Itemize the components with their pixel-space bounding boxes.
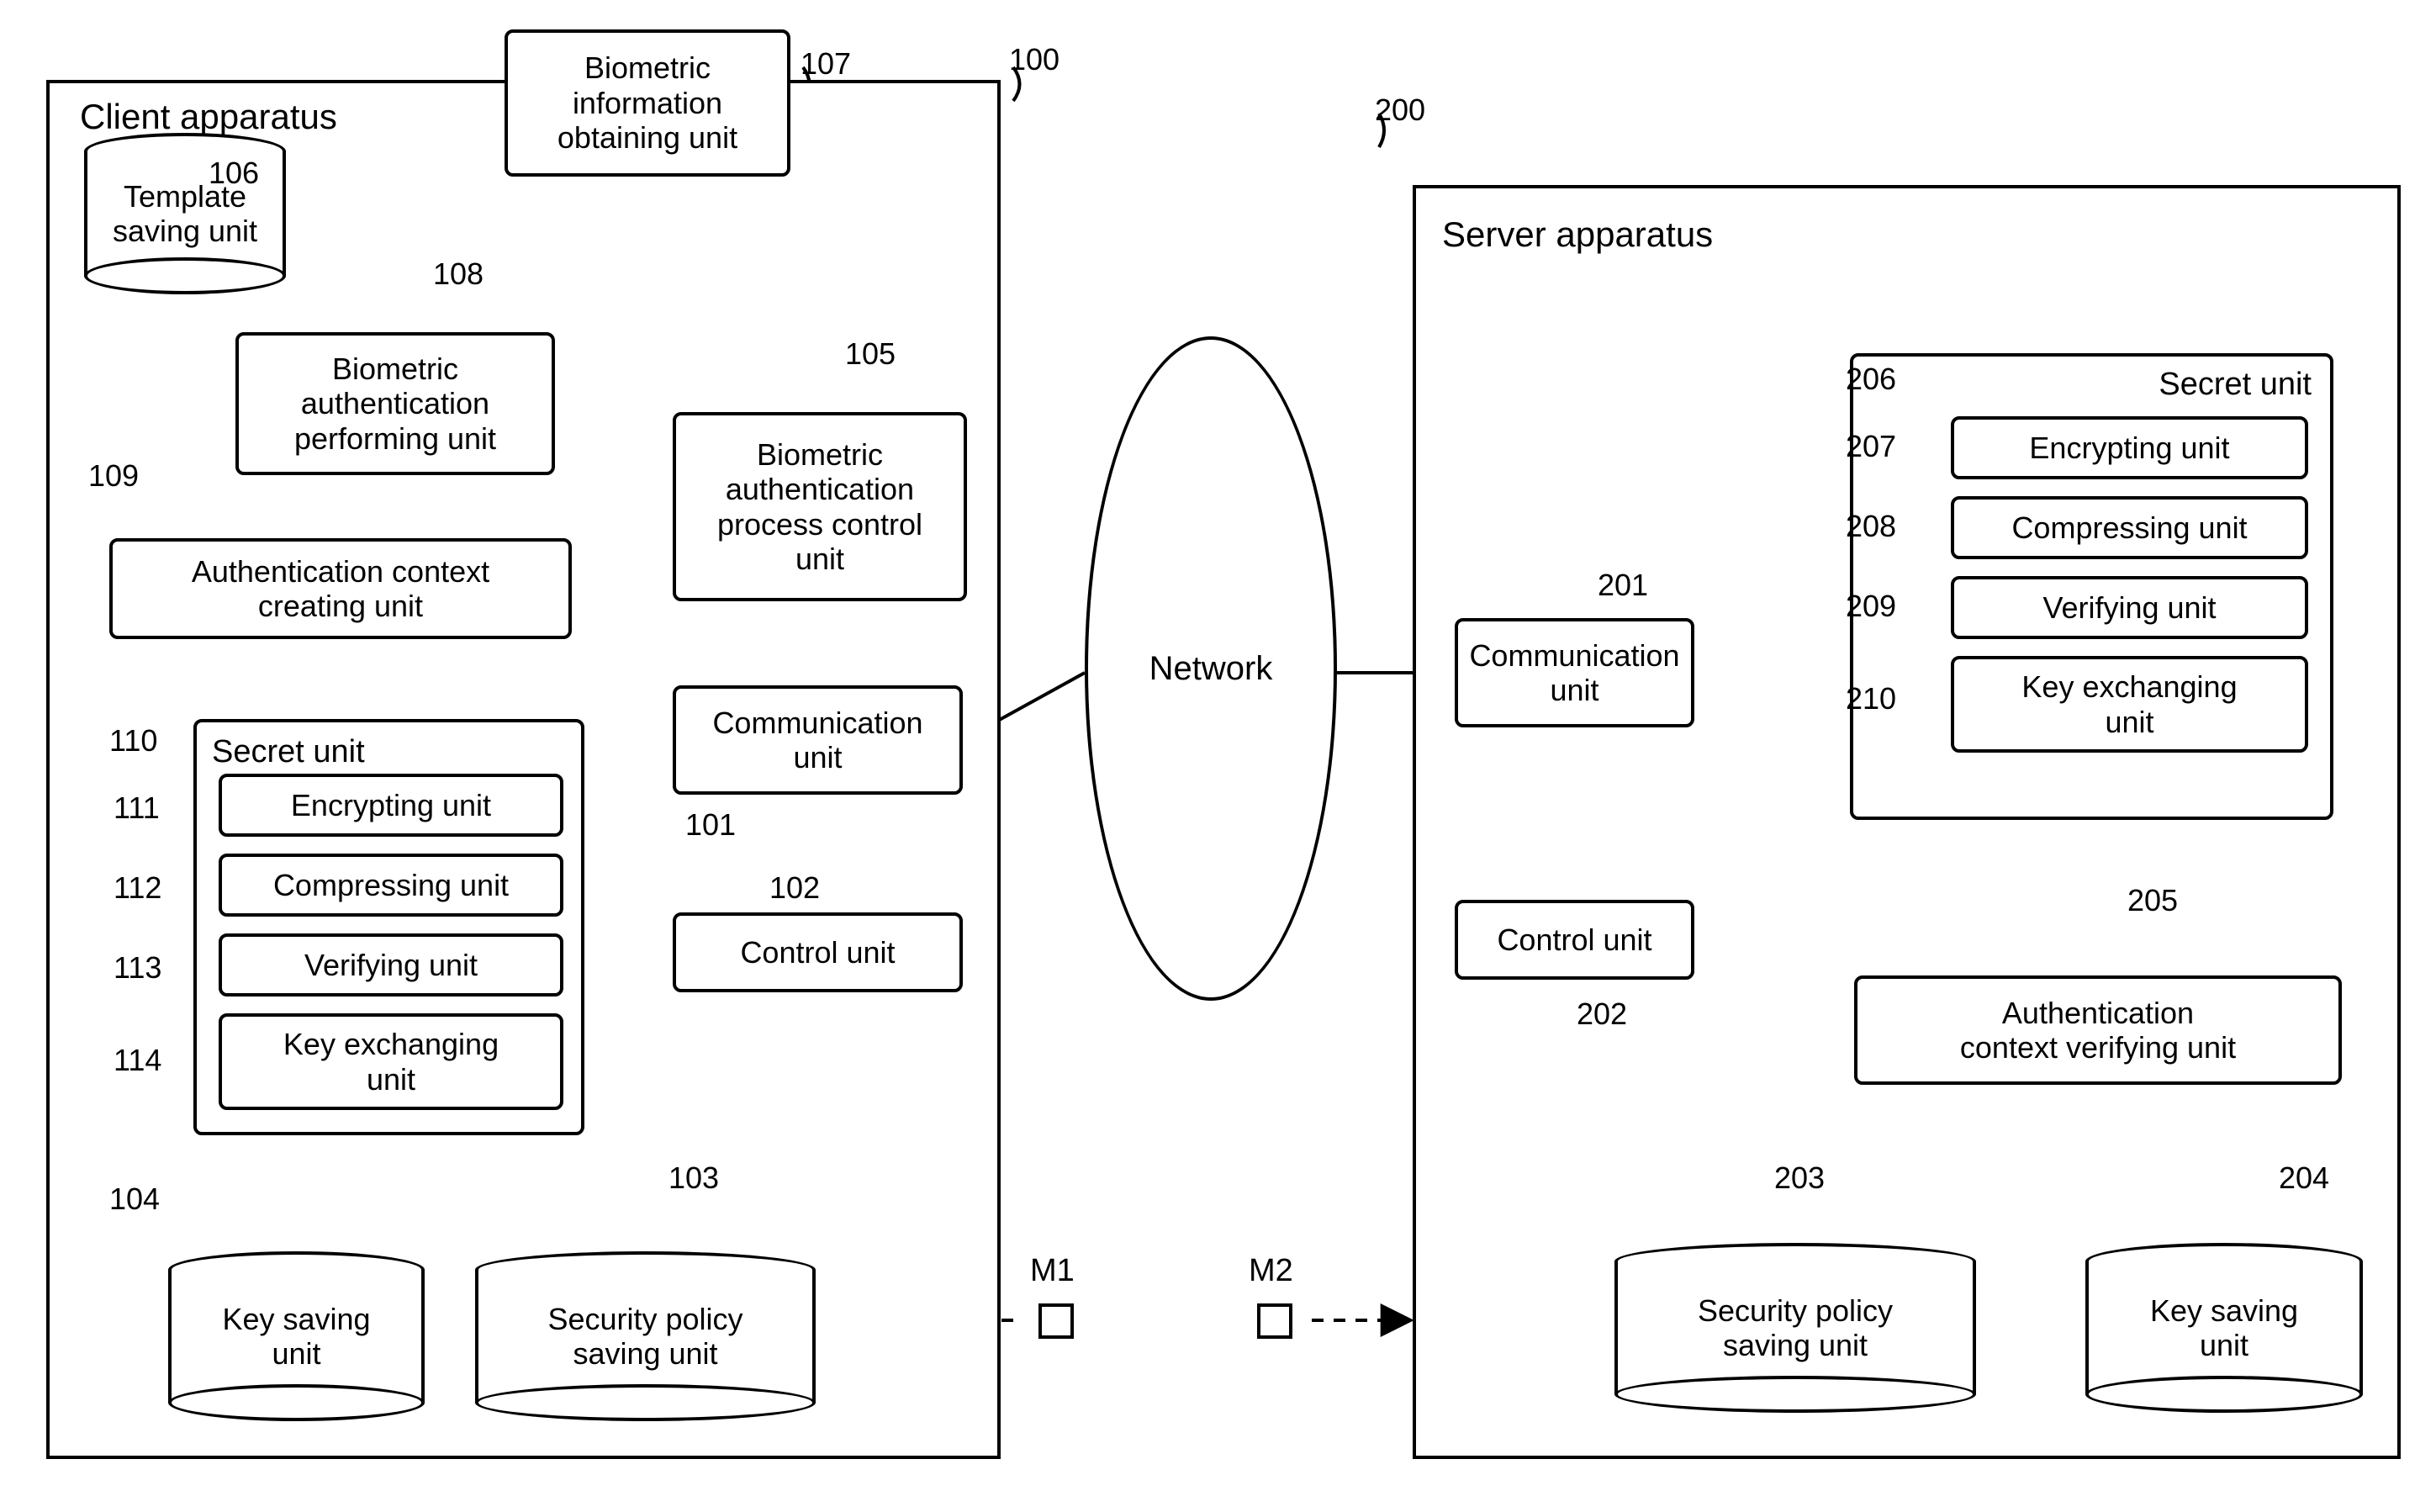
client-communication-unit: Communication unit — [673, 685, 963, 795]
server-key-saving-unit: Key saving unit — [2085, 1261, 2363, 1413]
client-verifying-unit: Verifying unit — [219, 933, 563, 997]
ref-102: 102 — [769, 870, 820, 906]
ref-100: 100 — [1009, 42, 1059, 77]
auth-context-creating-unit: Authentication context creating unit — [109, 538, 572, 639]
secret-title: Secret unit — [212, 734, 365, 771]
ref-112: 112 — [114, 870, 161, 906]
ref-205: 205 — [2127, 883, 2178, 918]
ref-200: 200 — [1375, 93, 1425, 128]
ref-103: 103 — [668, 1160, 719, 1196]
server-communication-unit: Communication unit — [1455, 618, 1694, 727]
auth-context-verifying-unit: Authentication context verifying unit — [1854, 975, 2342, 1085]
biometric-auth-process-control-unit: Biometric authentication process control… — [673, 412, 967, 601]
server-verifying-unit: Verifying unit — [1951, 576, 2308, 639]
ref-209: 209 — [1846, 589, 1896, 624]
biometric-info-obtaining-unit: Biometric information obtaining unit — [505, 29, 790, 177]
ref-204: 204 — [2279, 1160, 2329, 1196]
ref-207: 207 — [1846, 429, 1896, 464]
ref-201: 201 — [1598, 568, 1648, 603]
ref-210: 210 — [1846, 681, 1896, 716]
server-compressing-unit: Compressing unit — [1951, 496, 2308, 559]
network: Network — [1085, 336, 1337, 1001]
ref-206: 206 — [1846, 362, 1896, 397]
ref-110: 110 — [109, 723, 157, 759]
client-security-policy-saving-unit: Security policy saving unit — [475, 1270, 816, 1421]
m2-marker — [1257, 1303, 1292, 1339]
server-key-exchanging-unit: Key exchanging unit — [1951, 656, 2308, 753]
ref-208: 208 — [1846, 509, 1896, 544]
m2-label: M2 — [1249, 1253, 1293, 1289]
ref-107: 107 — [801, 46, 851, 82]
ref-111: 111 — [114, 790, 160, 826]
ref-114: 114 — [114, 1043, 161, 1078]
unit-label: Authentication context creating unit — [192, 554, 489, 624]
ref-101: 101 — [685, 807, 736, 843]
ref-109: 109 — [88, 458, 139, 494]
ref-203: 203 — [1774, 1160, 1825, 1196]
client-compressing-unit: Compressing unit — [219, 854, 563, 917]
server-title: Server apparatus — [1442, 214, 1713, 255]
client-control-unit: Control unit — [673, 912, 963, 992]
unit-label: Biometric authentication performing unit — [294, 352, 496, 456]
unit-label: Biometric information obtaining unit — [557, 50, 737, 155]
unit-label: Communication unit — [712, 706, 922, 775]
client-encrypting-unit: Encrypting unit — [219, 774, 563, 837]
ref-202: 202 — [1577, 997, 1627, 1032]
unit-label: Control unit — [740, 935, 895, 970]
secret-title: Secret unit — [2159, 367, 2312, 404]
m1-label: M1 — [1030, 1253, 1075, 1289]
ref-106: 106 — [209, 156, 259, 191]
client-key-saving-unit: Key saving unit — [168, 1270, 425, 1421]
ref-113: 113 — [114, 950, 161, 986]
ref-108: 108 — [433, 256, 484, 292]
server-security-policy-saving-unit: Security policy saving unit — [1614, 1261, 1976, 1413]
client-title: Client apparatus — [80, 97, 337, 137]
server-control-unit: Control unit — [1455, 900, 1694, 980]
ref-105: 105 — [845, 336, 896, 372]
m1-marker — [1038, 1303, 1074, 1339]
ref-104: 104 — [109, 1182, 160, 1217]
unit-label: Biometric authentication process control… — [717, 437, 922, 577]
client-key-exchanging-unit: Key exchanging unit — [219, 1013, 563, 1110]
server-encrypting-unit: Encrypting unit — [1951, 416, 2308, 479]
biometric-auth-performing-unit: Biometric authentication performing unit — [235, 332, 555, 475]
